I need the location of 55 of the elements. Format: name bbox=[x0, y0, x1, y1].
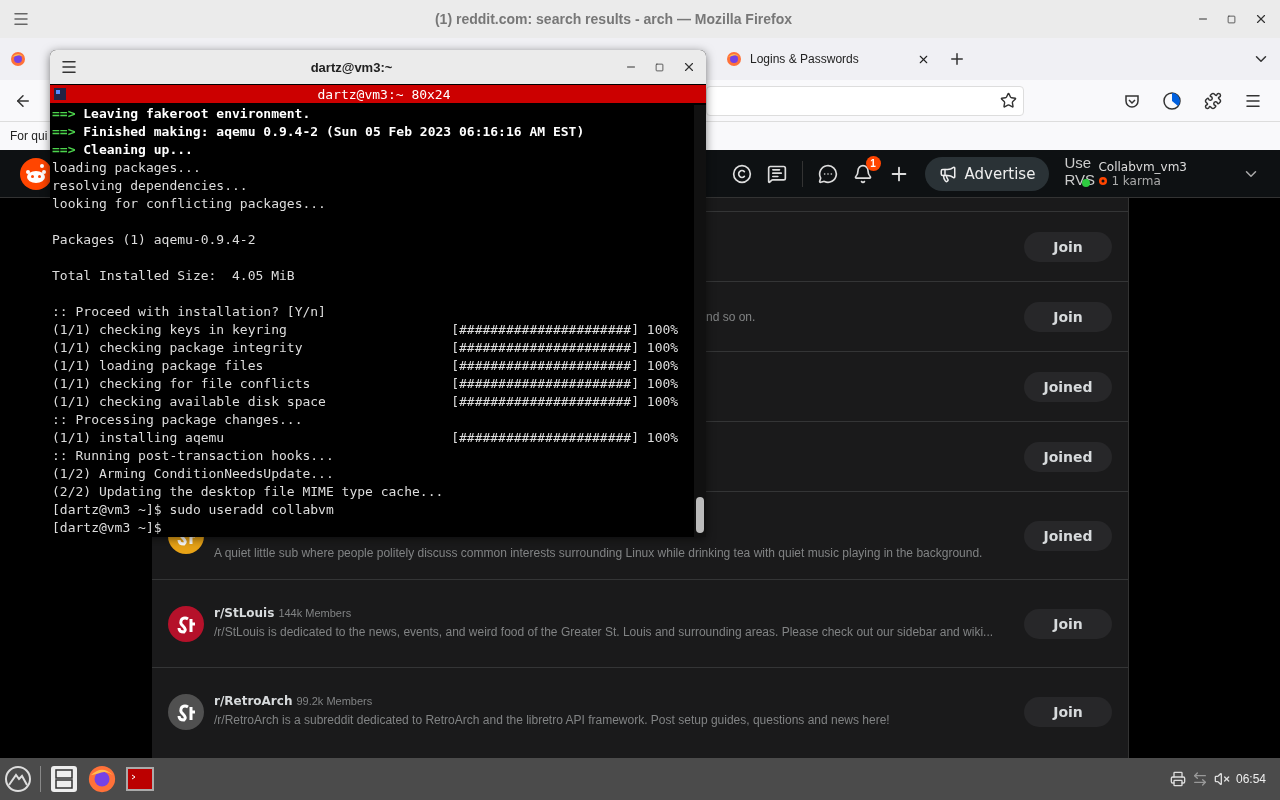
terminal-line: (1/2) Arming ConditionNeedsUpdate... bbox=[52, 465, 334, 483]
browser-tab[interactable]: Logins & Passwords bbox=[718, 42, 938, 76]
join-button[interactable]: Joined bbox=[1024, 441, 1112, 472]
terminal-prompt-arrow: ==> bbox=[52, 105, 76, 123]
username: Collabvm_vm3 bbox=[1098, 159, 1187, 174]
progress-text: [######################] 100% bbox=[451, 321, 679, 339]
terminal-prompt-arrow: ==> bbox=[52, 141, 76, 159]
join-button[interactable]: Join bbox=[1024, 301, 1112, 332]
terminal-line: :: Processing package changes... bbox=[52, 411, 303, 429]
progress-text: [######################] 100% bbox=[451, 357, 679, 375]
terminal-line: loading packages... bbox=[52, 159, 201, 177]
community-name[interactable]: r/RetroArch bbox=[214, 694, 293, 708]
bookmark-link[interactable]: For qui bbox=[10, 129, 48, 143]
member-count: 99.2k Members bbox=[296, 695, 373, 707]
terminal-line: (1/1) checking keys in keyring bbox=[52, 322, 287, 337]
terminal-line: (1/1) checking package integrity bbox=[52, 340, 303, 355]
terminal-line: Packages (1) aqemu-0.9.4-2 bbox=[52, 231, 256, 249]
terminal-line: (2/2) Updating the desktop file MIME type cache... bbox=[52, 483, 444, 501]
terminal-line: Finished making: aqemu 0.9.4-2 (Sun 05 Feb 2023 06:16:16 AM EST) bbox=[83, 123, 585, 141]
join-button[interactable]: Join bbox=[1024, 608, 1112, 639]
terminal-line: :: Running post-transaction hooks... bbox=[52, 447, 334, 465]
clock: 06:54 bbox=[1235, 772, 1266, 786]
terminal-line: (1/1) checking available disk space bbox=[52, 394, 326, 409]
progress-text: [######################] 100% bbox=[451, 339, 679, 357]
progress-text: [######################] 100% bbox=[451, 375, 679, 393]
terminal-line: Total Installed Size: 4.05 MiB bbox=[52, 267, 295, 285]
terminal-line: [dartz@vm3 ~]$ sudo useradd collabvm bbox=[52, 501, 334, 519]
community-description: /r/RetroArch is a subreddit dedicated to RetroArch and the libretro API framework. Post setup guides, questions and news here! bbox=[214, 712, 891, 729]
terminal-line: (1/1) checking for file conflicts bbox=[52, 376, 311, 391]
terminal-line: [dartz@vm3 ~]$ bbox=[52, 519, 162, 537]
member-count: 144k Members bbox=[278, 607, 352, 619]
terminal-line: :: Proceed with installation? [Y/n] bbox=[52, 303, 326, 321]
community-description: A quiet little sub where people politely discuss common interests surrounding Linux while drinking tea with quiet music playing in the background. bbox=[214, 544, 984, 562]
window-title: (1) reddit.com: search results - arch — Mozilla Firefox bbox=[433, 11, 794, 27]
window-title: dartz@vm3:~ bbox=[309, 59, 394, 75]
progress-text: [######################] 100% bbox=[451, 429, 679, 447]
join-button[interactable]: Joined bbox=[1024, 520, 1112, 551]
terminal-line: (1/1) installing aqemu bbox=[52, 430, 225, 445]
join-button[interactable]: Joined bbox=[1024, 371, 1112, 402]
terminal-prompt-arrow: ==> bbox=[52, 123, 76, 141]
terminal-line: Leaving fakeroot environment. bbox=[83, 105, 311, 123]
advertise-button[interactable]: Advertise bbox=[924, 156, 1050, 191]
karma-count: 1 karma bbox=[1111, 173, 1161, 188]
join-button[interactable]: Join bbox=[1024, 696, 1112, 727]
terminal-line: (1/1) loading package files bbox=[52, 358, 264, 373]
community-description: /r/StLouis is dedicated to the news, events, and weird food of the Greater St. Louis and surrounding areas. Please check out our sidebar and wiki... bbox=[214, 624, 995, 641]
terminal-line: looking for conflicting packages... bbox=[52, 195, 326, 213]
terminal-header: dartz@vm3:~ 80x24 bbox=[316, 86, 452, 102]
terminal-line: Cleaning up... bbox=[83, 141, 193, 159]
progress-text: [######################] 100% bbox=[451, 393, 679, 411]
terminal-line: resolving dependencies... bbox=[52, 177, 248, 195]
community-name[interactable]: r/StLouis bbox=[214, 606, 275, 620]
join-button[interactable]: Join bbox=[1024, 231, 1112, 262]
community-description: nd so on. bbox=[706, 308, 757, 326]
notification-badge: 1 bbox=[865, 155, 881, 171]
